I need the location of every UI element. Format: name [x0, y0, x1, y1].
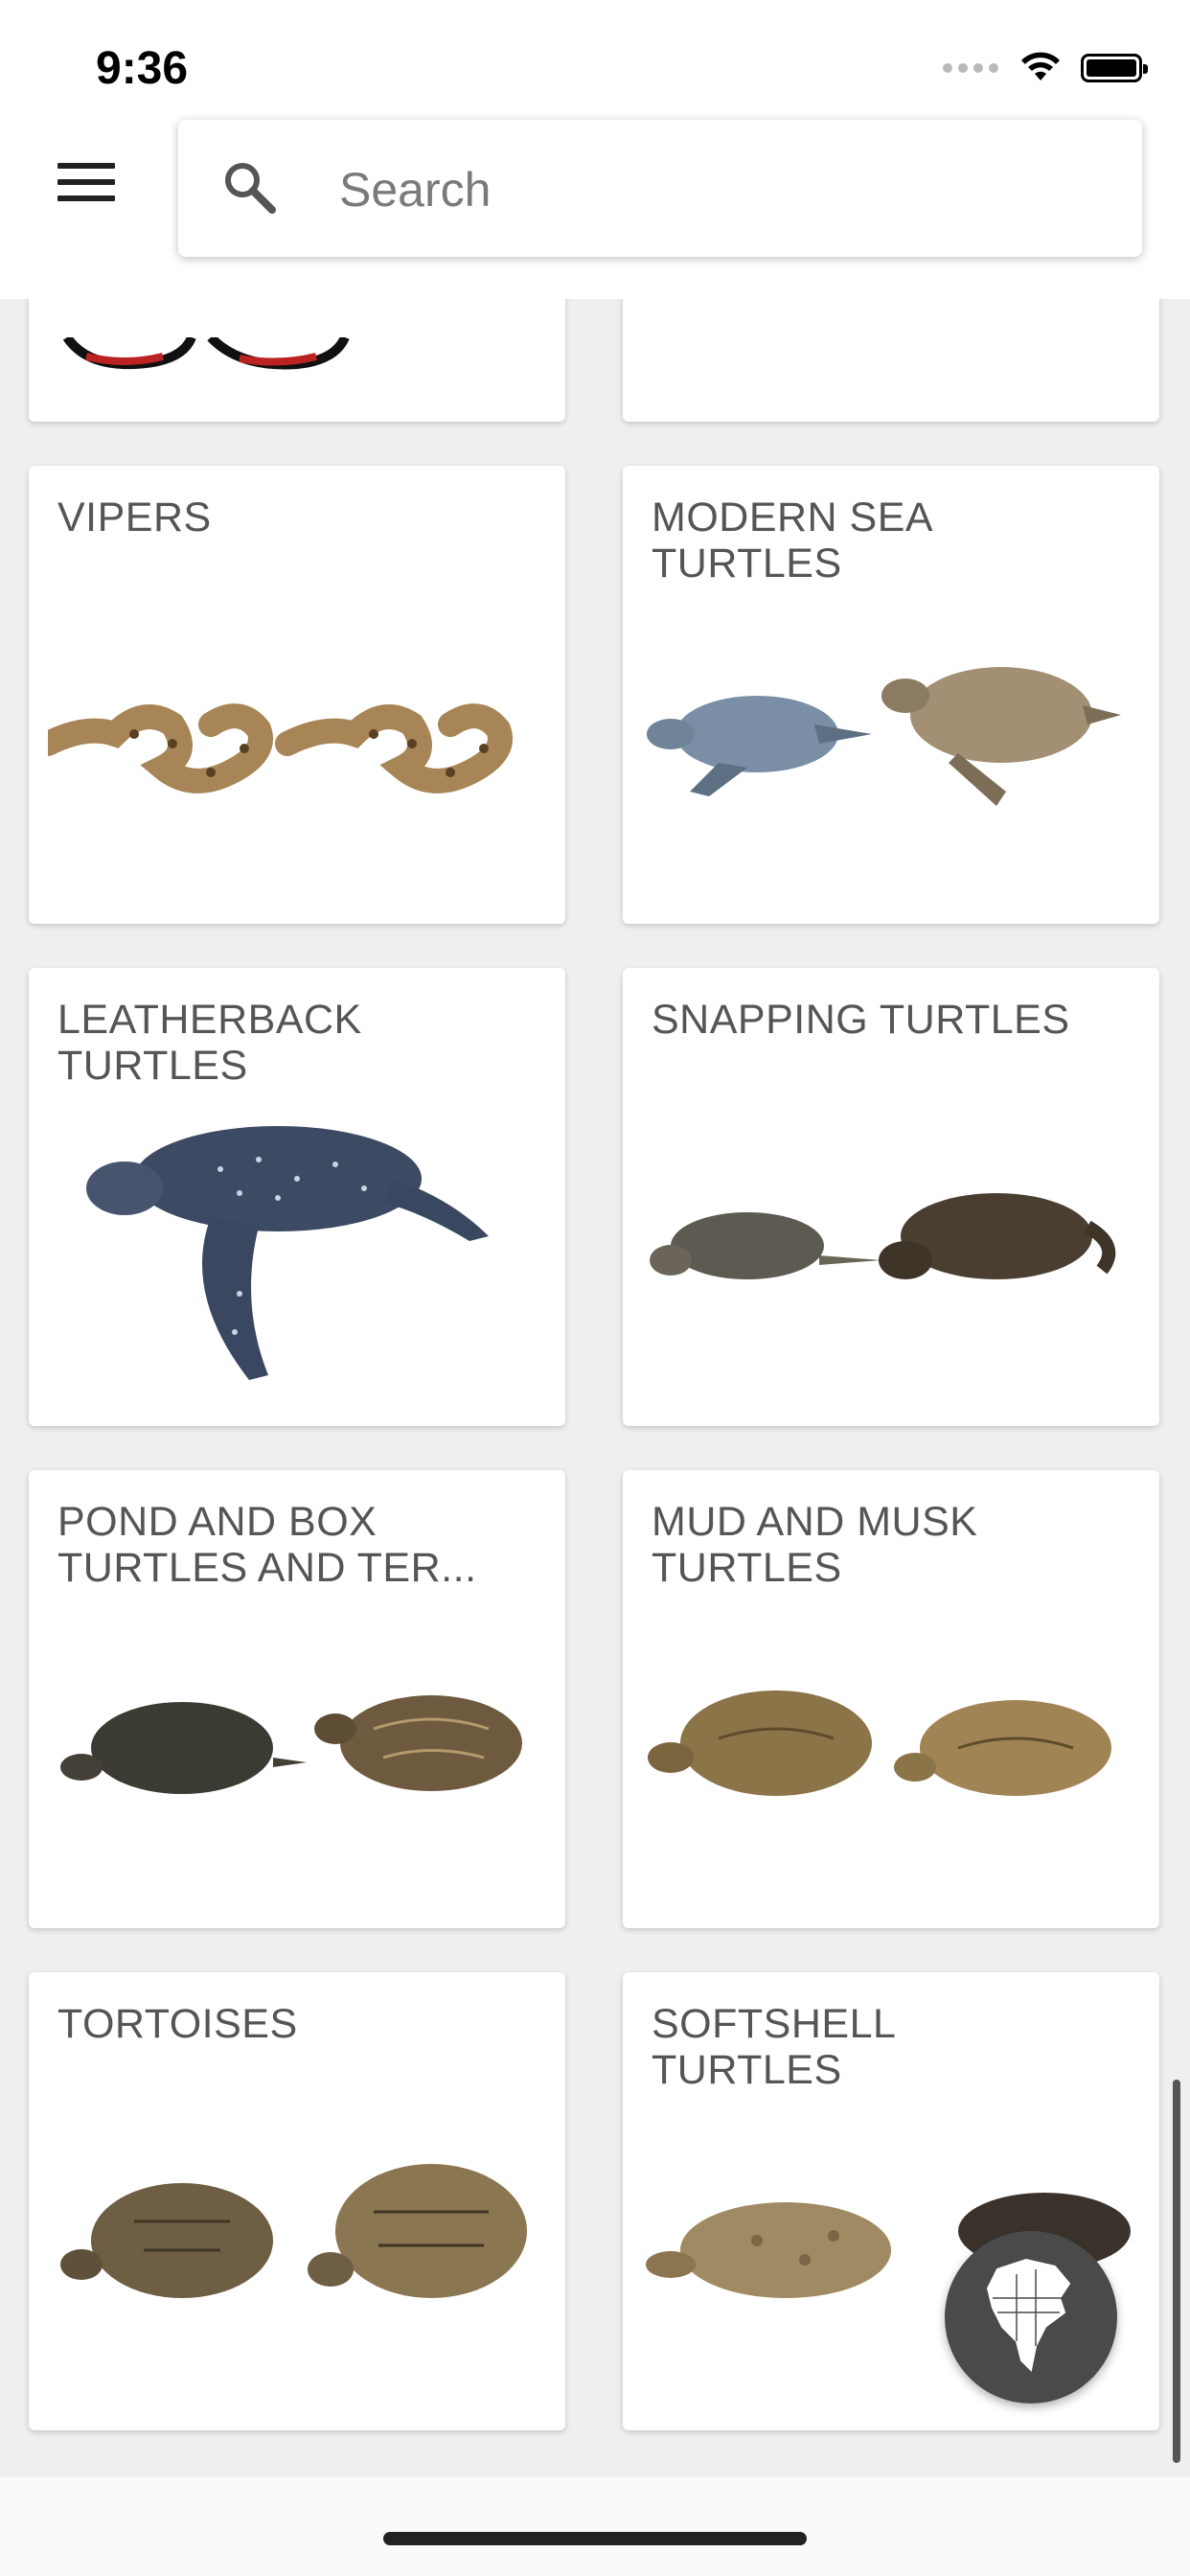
status-time: 9:36 [96, 43, 189, 94]
cellular-signal-icon [943, 63, 998, 73]
search-bar[interactable] [178, 120, 1142, 257]
scrollbar[interactable] [1173, 2080, 1180, 2463]
card-title: LEATHERBACK TURTLES [57, 997, 362, 1089]
viper-image [48, 703, 513, 794]
leatherback-turtle-image [86, 1126, 489, 1380]
card-title: VIPERS [57, 494, 212, 540]
bottom-safe-area [0, 2477, 1190, 2576]
category-card-partial-left[interactable] [29, 299, 565, 422]
card-title: SOFTSHELL TURTLES [652, 2001, 897, 2093]
range-map-button[interactable] [945, 2231, 1117, 2404]
card-title: SNAPPING TURTLES [652, 997, 1070, 1043]
category-card-mud-and-musk-turtles[interactable]: MUD AND MUSK TURTLES [623, 1470, 1159, 1928]
coral-snake-image [62, 337, 350, 370]
status-icons [943, 52, 1148, 84]
pond-turtle-image [60, 1695, 522, 1794]
tortoise-image [60, 2164, 527, 2298]
category-card-leatherback-turtles[interactable]: LEATHERBACK TURTLES [29, 968, 565, 1426]
wifi-icon [1021, 52, 1060, 80]
category-card-snapping-turtles[interactable]: SNAPPING TURTLES [623, 968, 1159, 1426]
card-title: MUD AND MUSK TURTLES [652, 1499, 978, 1591]
search-icon [225, 163, 276, 214]
card-title: POND AND BOX TURTLES AND TER... [57, 1499, 477, 1591]
sea-turtle-image [647, 667, 1121, 806]
card-title: MODERN SEA TURTLES [652, 494, 934, 586]
north-america-map-icon [986, 2258, 1071, 2373]
menu-icon[interactable] [57, 163, 115, 211]
snapping-turtle-image [650, 1193, 1116, 1279]
mud-turtle-image [648, 1690, 1111, 1796]
app-header: 9:36 [0, 0, 1190, 299]
category-card-partial-right[interactable] [623, 299, 1159, 422]
home-indicator[interactable] [383, 2532, 807, 2545]
category-card-pond-and-box-turtles[interactable]: POND AND BOX TURTLES AND TER... [29, 1470, 565, 1928]
search-input[interactable] [337, 150, 1088, 229]
category-card-tortoises[interactable]: TORTOISES [29, 1972, 565, 2430]
battery-icon [1081, 54, 1148, 82]
card-title: TORTOISES [57, 2001, 298, 2047]
category-grid: VIPERS MODERN SEA TURTLES LEATHERBACK TU… [0, 299, 1190, 2465]
category-card-vipers[interactable]: VIPERS [29, 466, 565, 924]
category-card-modern-sea-turtles[interactable]: MODERN SEA TURTLES [623, 466, 1159, 924]
